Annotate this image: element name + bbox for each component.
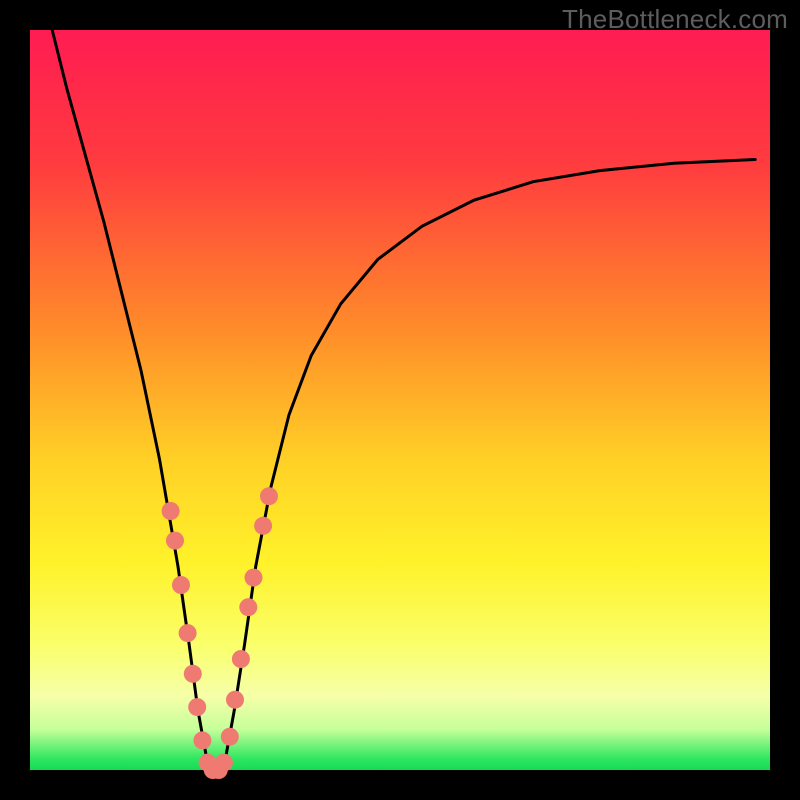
marker-dot	[226, 691, 244, 709]
marker-dot	[254, 517, 272, 535]
marker-dot	[162, 502, 180, 520]
chart-stage: TheBottleneck.com	[0, 0, 800, 800]
marker-dot	[232, 650, 250, 668]
marker-dot	[179, 624, 197, 642]
plot-background	[30, 30, 770, 770]
watermark-text: TheBottleneck.com	[562, 4, 788, 35]
marker-dot	[172, 576, 190, 594]
marker-dot	[215, 754, 233, 772]
marker-dot	[260, 487, 278, 505]
bottleneck-plot	[0, 0, 800, 800]
marker-dot	[193, 731, 211, 749]
marker-dot	[166, 532, 184, 550]
marker-dot	[239, 598, 257, 616]
marker-dot	[245, 569, 263, 587]
marker-dot	[221, 728, 239, 746]
marker-dot	[188, 698, 206, 716]
marker-dot	[184, 665, 202, 683]
